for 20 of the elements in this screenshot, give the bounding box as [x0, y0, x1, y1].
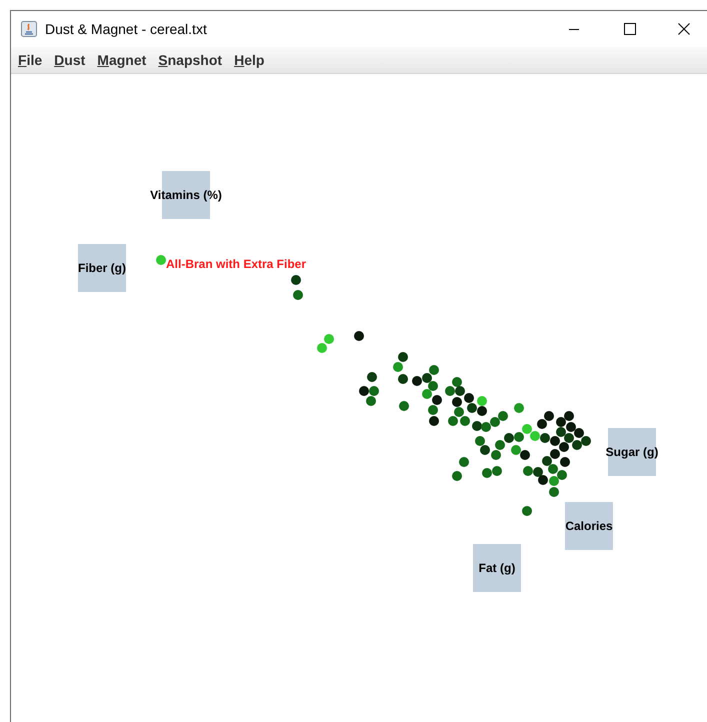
app-icon [21, 21, 37, 37]
menu-item[interactable]: Dust [54, 50, 86, 70]
dust-label: All-Bran with Extra Fiber [166, 257, 306, 271]
magnet-square[interactable] [565, 502, 613, 550]
magnet-square[interactable] [78, 244, 126, 292]
magnet-label: Sugar (g) [606, 444, 658, 461]
window-title: Dust & Magnet - cereal.txt [45, 20, 207, 39]
magnet-label: Fiber (g) [78, 260, 126, 277]
close-icon [678, 23, 690, 35]
magnet-square[interactable] [473, 544, 521, 592]
menu-item[interactable]: Snapshot [158, 50, 222, 70]
menu-item[interactable]: Help [234, 50, 264, 70]
magnet-label: Vitamins (%) [150, 187, 222, 204]
menu-item[interactable]: Magnet [97, 50, 146, 70]
minimize-icon [569, 28, 579, 30]
magnet-label: Calories [565, 518, 613, 535]
magnet-label: Fat (g) [478, 560, 516, 577]
magnet-square[interactable] [608, 428, 656, 476]
menu-item[interactable]: File [18, 50, 42, 70]
maximize-icon [624, 23, 636, 35]
